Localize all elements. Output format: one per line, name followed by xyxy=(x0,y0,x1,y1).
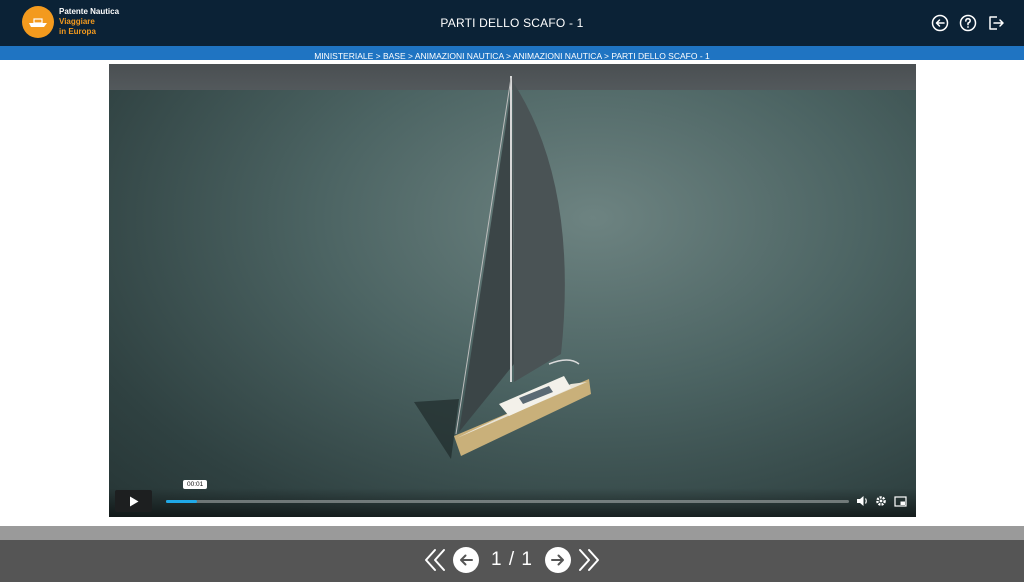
sailboat-illustration xyxy=(414,76,591,459)
page-indicator: 1 / 1 xyxy=(491,549,533,570)
settings-icon[interactable] xyxy=(874,494,888,508)
breadcrumb-text[interactable]: MINISTERIALE > BASE > ANIMAZIONI NAUTICA… xyxy=(314,51,710,61)
top-header: Patente Nautica Viaggiare in Europa PART… xyxy=(0,0,1024,46)
back-circle-icon[interactable] xyxy=(930,13,950,33)
last-page-icon[interactable] xyxy=(577,546,601,574)
page-title: PARTI DELLO SCAFO - 1 xyxy=(440,16,584,30)
pip-icon[interactable] xyxy=(893,494,907,508)
pager: 1 / 1 xyxy=(0,546,1024,574)
video-progress-fill xyxy=(166,500,197,503)
breadcrumb: MINISTERIALE > BASE > ANIMAZIONI NAUTICA… xyxy=(0,46,1024,61)
previous-page-button[interactable] xyxy=(453,547,479,573)
play-button[interactable] xyxy=(115,490,152,512)
first-page-icon[interactable] xyxy=(423,546,447,574)
volume-icon[interactable] xyxy=(855,494,869,508)
next-page-button[interactable] xyxy=(544,547,571,573)
arrow-left-icon xyxy=(460,554,473,566)
bottom-navigation: 1 / 1 xyxy=(0,540,1024,582)
help-icon[interactable] xyxy=(958,13,978,33)
footer-divider xyxy=(0,526,1024,540)
logout-icon[interactable] xyxy=(986,13,1006,33)
play-icon xyxy=(129,496,138,506)
video-player[interactable]: 00:01 xyxy=(109,64,916,517)
current-time-tooltip: 00:01 xyxy=(183,480,208,489)
video-progress-bar[interactable] xyxy=(166,500,849,503)
video-controls: 00:01 xyxy=(109,480,916,517)
arrow-right-icon xyxy=(550,554,564,566)
